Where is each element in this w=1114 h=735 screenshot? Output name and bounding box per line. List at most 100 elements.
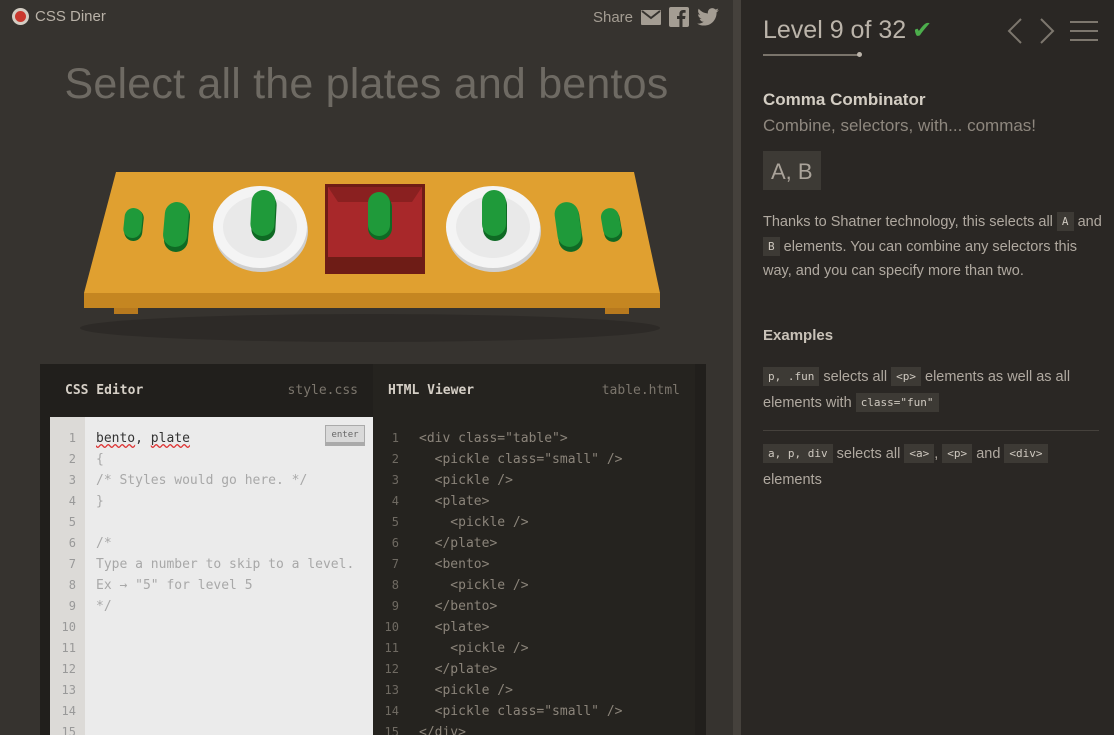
level-indicator[interactable]: Level 9 of 32 — [763, 16, 906, 45]
html-code-line: </plate> — [419, 536, 498, 551]
line-number: 9 — [391, 599, 399, 613]
line-number: 12 — [61, 662, 76, 676]
plate-right — [446, 186, 541, 272]
hint-text-2: and — [1077, 214, 1102, 230]
line-number: 2 — [68, 452, 76, 466]
bento-box — [325, 184, 425, 274]
example-1-tag-3: class="fun" — [855, 393, 939, 412]
example-2-comma: , — [934, 446, 939, 462]
html-markup: <div class="table"> <pickle class="small… — [419, 428, 623, 735]
line-number: 8 — [68, 578, 76, 592]
css-code-body[interactable]: bento, plate {/* Styles would go here. *… — [85, 417, 373, 735]
example-2-text-3: elements — [763, 472, 822, 488]
table-shadow — [80, 314, 660, 342]
html-code-line: </plate> — [419, 662, 498, 677]
html-code-line: <pickle /> — [419, 683, 513, 698]
previous-level-icon[interactable] — [1006, 17, 1024, 45]
line-number: 7 — [68, 557, 76, 571]
css-code-line — [96, 512, 354, 533]
html-viewer-pane: HTML Viewer table.html 1 2 3 4 5 6 7 8 9 10 11 12 13… — [373, 364, 695, 735]
css-gutter: 1 2 3 4 5 6 7 8 9 10 11 12 13 14 15 — [50, 417, 85, 735]
enter-button[interactable]: enter — [325, 425, 365, 446]
order-heading: Select all the plates and bentos — [64, 60, 669, 108]
example-2-text-2: and — [976, 446, 1001, 462]
css-code-line: /* Styles would go here. */ — [96, 473, 308, 488]
html-code-line: </div> — [419, 725, 466, 735]
line-number: 10 — [61, 620, 76, 634]
css-code[interactable]: bento, plate {/* Styles would go here. *… — [96, 428, 354, 614]
css-code-line: Ex → "5" for level 5 — [96, 578, 253, 593]
line-number: 12 — [384, 662, 399, 676]
plate-left — [213, 186, 308, 272]
css-selector-input[interactable]: bento, plate — [96, 428, 354, 449]
line-number: 4 — [391, 494, 399, 508]
line-number: 1 — [391, 431, 399, 445]
line-number: 5 — [391, 515, 399, 529]
example-2-tag-2: <a> — [904, 444, 935, 463]
css-editor-title: CSS Editor — [65, 383, 144, 398]
menu-icon[interactable] — [1070, 19, 1098, 43]
line-number: 4 — [68, 494, 76, 508]
logo-icon — [12, 8, 29, 25]
line-number: 11 — [384, 641, 399, 655]
hint-text-1: Thanks to Shatner technology, this selec… — [763, 214, 1053, 230]
line-number: 6 — [391, 536, 399, 550]
line-number: 15 — [61, 725, 76, 735]
table-edge — [84, 293, 660, 308]
css-editor-pane: CSS Editor style.css 1 2 3 4 5 6 7 8 9 10 11 12 13 14… — [50, 364, 373, 735]
html-code-line: <plate> — [419, 620, 490, 635]
next-level-icon[interactable] — [1038, 17, 1056, 45]
facebook-icon[interactable] — [669, 7, 689, 27]
game-area: CSS Diner Share Select all the plates an… — [0, 0, 733, 735]
examples-title: Examples — [763, 327, 834, 344]
html-code-line: <pickle /> — [419, 473, 513, 488]
logo[interactable]: CSS Diner — [12, 8, 106, 25]
line-number: 8 — [391, 578, 399, 592]
css-input-part-b: plate — [150, 431, 190, 446]
example-1-tag-1: p, .fun — [763, 367, 820, 386]
example-1: p, .fun selects all <p> elements as well… — [763, 364, 1099, 431]
line-number: 10 — [384, 620, 399, 634]
example-2-tag-1: a, p, div — [763, 444, 833, 463]
level-progress-marker — [857, 52, 862, 57]
css-input-separator: , — [135, 431, 151, 446]
css-line-numbers: 1 2 3 4 5 6 7 8 9 10 11 12 13 14 15 — [50, 428, 85, 735]
html-line-numbers: 1 2 3 4 5 6 7 8 9 10 11 12 13 14 15 — [373, 428, 408, 735]
html-code-line: <pickle /> — [419, 515, 529, 530]
html-code-line: <pickle class="small" /> — [419, 704, 623, 719]
html-code-line: <bento> — [419, 557, 490, 572]
level-hint: Thanks to Shatner technology, this selec… — [763, 210, 1103, 284]
line-number: 5 — [68, 515, 76, 529]
html-viewer-filename: table.html — [601, 383, 680, 398]
html-viewer-header: HTML Viewer table.html — [373, 364, 695, 417]
line-number: 2 — [391, 452, 399, 466]
css-code-line: /* — [96, 536, 112, 551]
html-code-line: <div class="table"> — [419, 431, 568, 446]
html-code-line: <plate> — [419, 494, 490, 509]
line-number: 3 — [68, 473, 76, 487]
css-code-line: Type a number to skip to a level. — [96, 557, 355, 572]
twitter-icon[interactable] — [697, 8, 719, 26]
line-number: 1 — [68, 431, 76, 445]
css-code-line: */ — [96, 599, 112, 614]
css-code-area: 1 2 3 4 5 6 7 8 9 10 11 12 13 14 15 bento, plate {/* S… — [50, 417, 373, 735]
mail-icon[interactable] — [641, 9, 661, 25]
logo-text: CSS Diner — [35, 8, 106, 25]
line-number: 7 — [391, 557, 399, 571]
html-code-area: 1 2 3 4 5 6 7 8 9 10 11 12 13 14 15 <div class="table"… — [373, 417, 695, 735]
line-number: 11 — [61, 641, 76, 655]
level-nav — [1006, 17, 1098, 45]
html-code-line: <pickle /> — [419, 578, 529, 593]
html-code-line: <pickle /> — [419, 641, 529, 656]
pickle-left — [163, 202, 191, 252]
panel-divider[interactable] — [733, 0, 741, 735]
css-static-lines: {/* Styles would go here. */} /* Type a nu… — [96, 449, 354, 614]
example-2-tag-4: <div> — [1004, 444, 1048, 463]
header: CSS Diner Share — [0, 0, 733, 36]
line-number: 9 — [68, 599, 76, 613]
line-number: 15 — [384, 725, 399, 735]
line-number: 14 — [61, 704, 76, 718]
css-editor-filename: style.css — [287, 383, 358, 398]
css-input-part-a: bento — [96, 431, 136, 446]
line-number: 6 — [68, 536, 76, 550]
